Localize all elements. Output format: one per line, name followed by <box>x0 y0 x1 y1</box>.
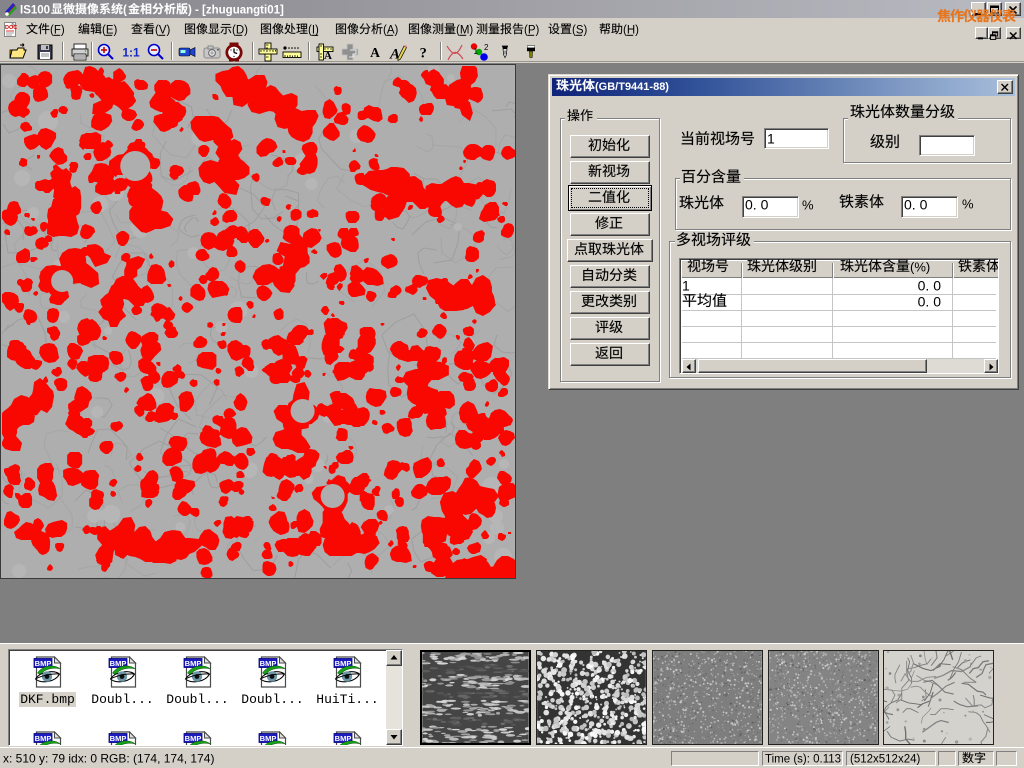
svg-text:1:1: 1:1 <box>122 46 140 60</box>
svg-text:DOC: DOC <box>5 25 17 31</box>
svg-text:A: A <box>324 50 332 62</box>
svg-text:A: A <box>370 45 380 60</box>
svg-text:1: 1 <box>474 47 479 56</box>
svg-text:2: 2 <box>484 43 489 52</box>
svg-text:?: ? <box>420 46 427 62</box>
